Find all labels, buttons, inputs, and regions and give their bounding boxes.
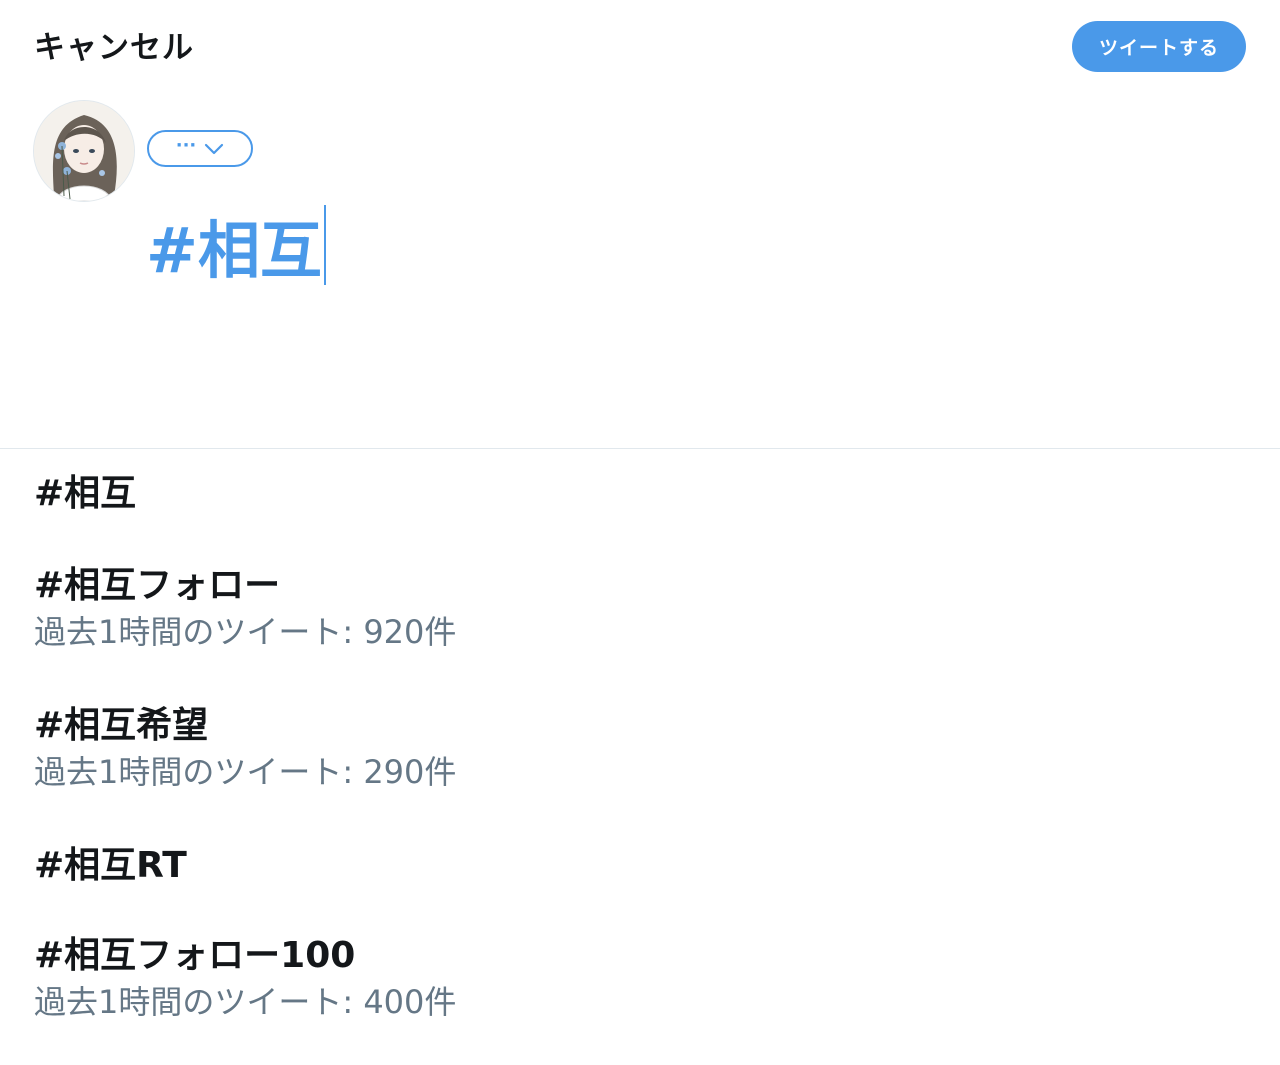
- divider: [0, 448, 1280, 449]
- suggestion-item[interactable]: #相互希望 過去1時間のツイート: 290件: [34, 702, 456, 794]
- suggestion-count: 過去1時間のツイート: 920件: [34, 613, 457, 651]
- avatar-illustration: [34, 101, 134, 201]
- suggestion-tag: #相互フォロー: [34, 565, 281, 606]
- text-cursor: [323, 205, 326, 285]
- suggestion-tag: #相互RT: [34, 845, 187, 886]
- suggestion-item[interactable]: #相互フォロー 過去1時間のツイート: 920件: [34, 562, 456, 654]
- tweet-button[interactable]: ツイートする: [1072, 21, 1246, 72]
- suggestion-item[interactable]: #相互RT: [34, 842, 187, 890]
- suggestion-item[interactable]: #相互: [34, 470, 136, 518]
- avatar[interactable]: [33, 100, 135, 202]
- audience-selector[interactable]: ···: [147, 130, 253, 167]
- suggestion-item[interactable]: #相互フォロー100 過去1時間のツイート: 400件: [34, 932, 456, 1024]
- cancel-button[interactable]: キャンセル: [34, 22, 194, 67]
- ellipsis-icon: ···: [175, 134, 197, 156]
- suggestion-tag: #相互希望: [34, 705, 209, 746]
- suggestion-tag: #相互フォロー100: [34, 935, 356, 976]
- suggestion-tag: #相互: [34, 473, 137, 514]
- suggestion-count: 過去1時間のツイート: 290件: [34, 753, 457, 791]
- chevron-down-icon: [205, 143, 224, 154]
- compose-text-area[interactable]: #相互: [146, 205, 326, 287]
- compose-text: #相互: [146, 214, 322, 287]
- suggestion-count: 過去1時間のツイート: 400件: [34, 983, 457, 1021]
